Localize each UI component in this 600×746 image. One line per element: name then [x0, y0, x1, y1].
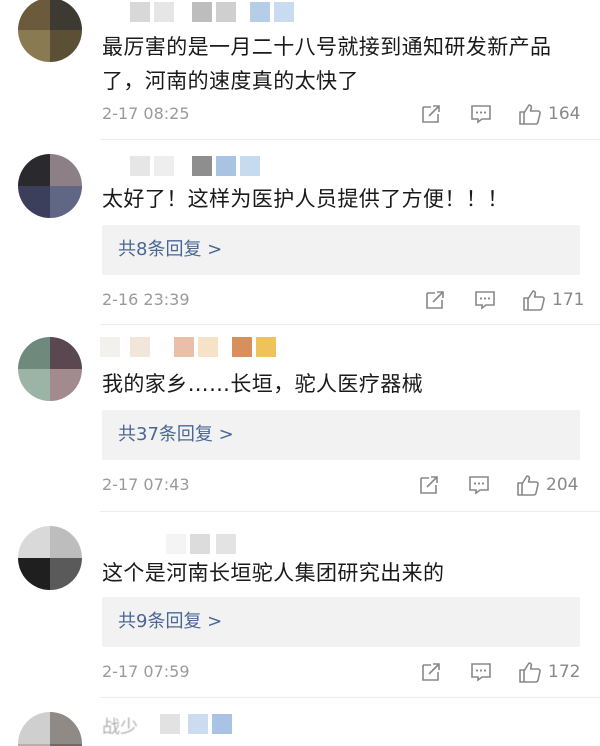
comment-text: 太好了！这样为医护人员提供了方便！！！ [102, 187, 509, 211]
avatar[interactable] [18, 526, 82, 590]
view-replies-button[interactable]: 共37条回复 > [102, 410, 580, 460]
username-blurred[interactable] [160, 714, 232, 734]
thumbs-up-icon[interactable] [522, 288, 546, 312]
comment-text: 我的家乡……长垣，驼人医疗器械 [102, 372, 423, 396]
comment-time: 2-17 08:25 [102, 104, 190, 123]
comment-item: 我的家乡……长垣，驼人医疗器械 共37条回复 > 2-17 07:43 204 [0, 325, 600, 512]
share-icon[interactable] [418, 474, 440, 496]
avatar[interactable] [18, 154, 82, 218]
avatar[interactable] [18, 0, 82, 62]
comment-meta: 2-16 23:39 171 [102, 288, 584, 312]
avatar[interactable] [18, 337, 82, 401]
share-icon[interactable] [420, 661, 442, 683]
view-replies-button[interactable]: 共9条回复 > [102, 597, 580, 647]
comment-meta: 2-17 07:43 204 [102, 473, 580, 497]
view-replies-button[interactable]: 共8条回复 > [102, 225, 580, 275]
comment-icon[interactable] [474, 289, 496, 311]
share-icon[interactable] [420, 103, 442, 125]
comment-time: 2-16 23:39 [102, 290, 190, 309]
comment-meta: 2-17 08:25 164 [102, 102, 580, 126]
comment-item: 最厉害的是一月二十八号就接到通知研发新产品了，河南的速度真的太快了 2-17 0… [0, 0, 600, 140]
like-count: 171 [552, 290, 585, 310]
comment-item: 太好了！这样为医护人员提供了方便！！！ 共8条回复 > 2-16 23:39 1… [0, 140, 600, 325]
share-icon[interactable] [424, 289, 446, 311]
comment-text: 最厉害的是一月二十八号就接到通知研发新产品了，河南的速度真的太快了 [102, 35, 552, 93]
username-blurred[interactable] [100, 534, 236, 554]
username-partial[interactable]: 战少 [102, 716, 138, 740]
username-blurred[interactable] [100, 2, 294, 22]
comment-icon[interactable] [470, 103, 492, 125]
avatar[interactable] [18, 712, 82, 746]
comment-time: 2-17 07:59 [102, 662, 190, 681]
comment-time: 2-17 07:43 [102, 475, 190, 494]
comment-meta: 2-17 07:59 172 [102, 660, 580, 684]
comment-item: 战少 [0, 698, 600, 746]
like-count: 204 [546, 475, 579, 495]
comment-text: 这个是河南长垣驼人集团研究出来的 [102, 561, 445, 585]
thumbs-up-icon[interactable] [518, 660, 542, 684]
username-blurred[interactable] [100, 156, 260, 176]
comment-item: 这个是河南长垣驼人集团研究出来的 共9条回复 > 2-17 07:59 172 [0, 512, 600, 698]
thumbs-up-icon[interactable] [518, 102, 542, 126]
comment-icon[interactable] [470, 661, 492, 683]
like-count: 164 [548, 104, 581, 124]
thumbs-up-icon[interactable] [516, 473, 540, 497]
username-blurred[interactable] [100, 337, 276, 357]
like-count: 172 [548, 662, 581, 682]
comment-icon[interactable] [468, 474, 490, 496]
